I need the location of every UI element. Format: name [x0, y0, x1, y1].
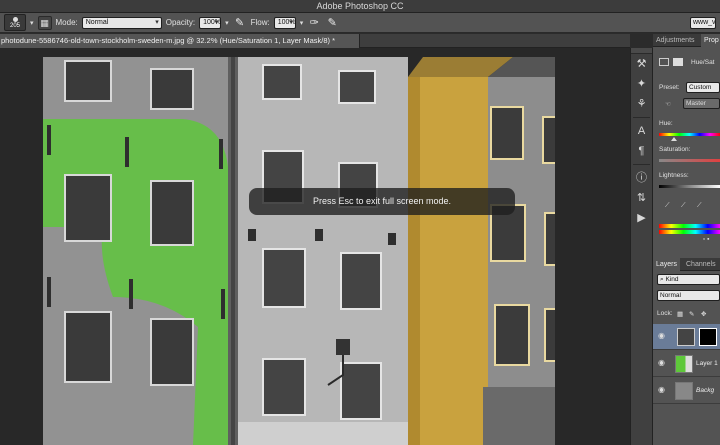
brush-panel-toggle-button[interactable]: ▦: [37, 15, 52, 30]
blend-mode-select[interactable]: Normal: [657, 290, 720, 301]
lock-move-icon[interactable]: ✥: [701, 310, 706, 318]
lock-brush-icon[interactable]: ✎: [689, 310, 694, 318]
visibility-eye-icon[interactable]: ◉: [658, 386, 666, 394]
flow-label: Flow:: [250, 18, 270, 27]
airbrush-icon[interactable]: ✑: [307, 16, 321, 30]
document-image[interactable]: [43, 57, 555, 445]
channel-select[interactable]: Master: [683, 98, 720, 109]
flow-field[interactable]: 100%: [273, 16, 296, 29]
tab-adjustments[interactable]: Adjustments: [653, 34, 698, 47]
input-color-bar: [659, 224, 720, 228]
adjustment-thumbnail: [677, 328, 695, 346]
mode-select[interactable]: Normal: [81, 16, 162, 29]
character-icon[interactable]: A: [631, 121, 652, 141]
layers-tabs: Layers Channels: [653, 258, 720, 271]
output-color-bar: [659, 230, 720, 234]
layer-thumbnail: [675, 382, 693, 400]
pressure-size-icon[interactable]: ✎: [325, 16, 339, 30]
hue-label: Hue:: [659, 120, 673, 127]
history-icon[interactable]: ⚒: [631, 54, 652, 74]
layer-row[interactable]: ◉: [653, 324, 720, 350]
lock-label: Lock:: [657, 310, 673, 317]
options-bar: 205 ▾ ▦ Mode: Normal Opacity: 100% ▾ ✎ F…: [0, 13, 720, 33]
workspace-select[interactable]: www_vi: [690, 17, 716, 29]
layer-filter-select[interactable]: ⌕ Kind: [657, 274, 720, 285]
visibility-eye-icon[interactable]: ◉: [658, 359, 666, 367]
visibility-eye-icon[interactable]: ◉: [658, 332, 666, 340]
tab-channels[interactable]: Channels: [683, 258, 719, 271]
saturation-label: Saturation:: [659, 146, 691, 153]
canvas-area[interactable]: Press Esc to exit full screen mode.: [0, 48, 630, 445]
mode-label: Mode:: [55, 18, 78, 27]
divider: [633, 117, 650, 118]
preset-select[interactable]: Custom: [686, 82, 720, 93]
properties-header: Hue/Sat: [653, 56, 720, 70]
eyedropper-row: ⟋ ⟋ ⟋: [653, 200, 720, 214]
lock-transparent-icon[interactable]: ▦: [677, 310, 683, 318]
lightness-slider-track[interactable]: [659, 185, 720, 188]
preset-label: Preset:: [659, 84, 680, 91]
layer-row[interactable]: ◉ Backg: [653, 378, 720, 404]
brush-tip-icon: [13, 17, 18, 22]
saturation-slider-track[interactable]: [659, 159, 720, 162]
eyedropper-minus-icon[interactable]: ⟋: [697, 202, 702, 210]
eyedropper-plus-icon[interactable]: ⟋: [681, 202, 686, 210]
clone-source-icon[interactable]: ⚘: [631, 94, 652, 114]
layer-mask-thumbnail[interactable]: [699, 328, 717, 346]
panel-icon-strip: ⚒ ✦ ⚘ A ¶ ⓘ ⇅ ▶: [630, 48, 653, 445]
layer-name: Layer 1: [696, 360, 718, 367]
street-photo: [43, 57, 555, 445]
fullscreen-toast: Press Esc to exit full screen mode.: [249, 188, 515, 215]
flow-slider-toggle[interactable]: ▾: [300, 19, 304, 27]
chevron-down-icon[interactable]: ▾: [30, 19, 34, 27]
lightness-label: Lightness:: [659, 172, 689, 179]
mask-icon[interactable]: [673, 58, 683, 66]
document-tab-bar: photodune-5586746-old-town-stockholm-swe…: [0, 34, 630, 48]
opacity-label: Opacity:: [165, 18, 196, 27]
title-bar: Adobe Photoshop CC: [0, 0, 720, 13]
brush-preset-picker[interactable]: 205: [4, 14, 26, 31]
layer-thumbnail: [675, 355, 693, 373]
panel-footer-icons[interactable]: ▫ ▪: [703, 236, 709, 243]
brush-size: 205: [9, 23, 20, 29]
info-icon[interactable]: ⓘ: [631, 168, 652, 188]
hand-icon[interactable]: ☜: [665, 100, 671, 108]
hue-slider-handle[interactable]: [671, 137, 677, 141]
tab-properties[interactable]: Prop: [701, 34, 720, 47]
brush-presets-icon[interactable]: ✦: [631, 74, 652, 94]
properties-header-label: Hue/Sat: [691, 59, 715, 66]
tool-presets-icon[interactable]: ⇅: [631, 188, 652, 208]
opacity-field[interactable]: 100%: [199, 16, 222, 29]
layer-row[interactable]: ◉ Layer 1: [653, 351, 720, 377]
document-tab[interactable]: photodune-5586746-old-town-stockholm-swe…: [0, 34, 360, 48]
paragraph-icon[interactable]: ¶: [631, 141, 652, 161]
tab-layers[interactable]: Layers: [653, 258, 681, 271]
eyedropper-icon[interactable]: ⟋: [665, 202, 670, 210]
hue-slider-track[interactable]: [659, 133, 720, 136]
pressure-opacity-icon[interactable]: ✎: [233, 16, 247, 30]
right-panels: Adjustments Prop Hue/Sat Preset: Custom …: [653, 34, 720, 445]
app-title: Adobe Photoshop CC: [316, 1, 404, 11]
divider: [633, 164, 650, 165]
opacity-slider-toggle[interactable]: ▾: [225, 19, 229, 27]
properties-tabs: Adjustments Prop: [653, 34, 720, 47]
adjustment-icon: [659, 58, 669, 66]
actions-icon[interactable]: ▶: [631, 208, 652, 228]
layer-filter-value: Kind: [665, 276, 679, 283]
layer-name: Backg: [696, 387, 715, 394]
